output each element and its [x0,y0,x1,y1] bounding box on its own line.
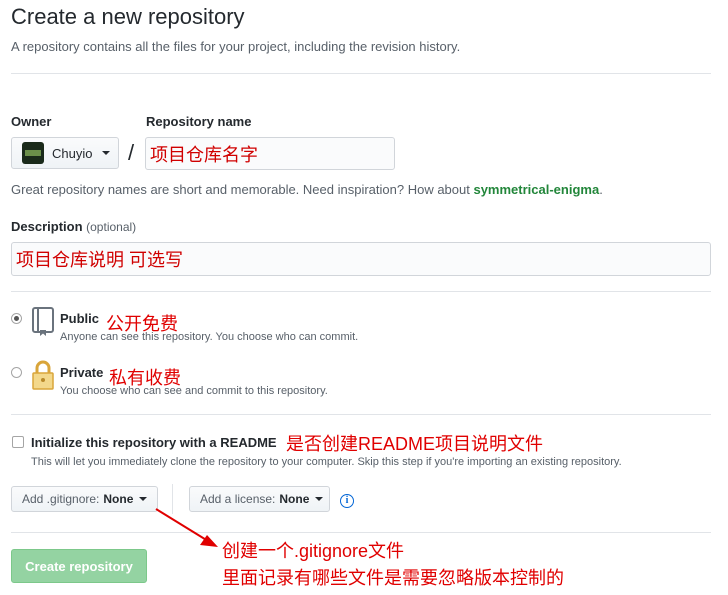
private-desc: You choose who can see and commit to thi… [60,385,328,397]
chevron-down-icon [315,497,324,501]
name-hint-text: Great repository names are short and mem… [11,182,474,197]
description-input[interactable] [11,242,711,276]
chevron-down-icon [102,151,111,155]
name-hint-suffix: . [599,182,603,197]
owner-label: Owner [11,114,52,129]
repo-name-input[interactable] [145,137,395,170]
gitignore-select[interactable]: Add .gitignore: None [11,486,158,512]
public-annotation: 公开免费 [106,314,178,334]
license-label: Add a license: [200,492,276,506]
divider [11,73,711,74]
gitignore-annotation-line2: 里面记录有哪些文件是需要忽略版本控制的 [222,568,564,588]
page-title: Create a new repository [11,4,245,29]
slash-separator: / [128,140,135,165]
license-value: None [279,492,310,506]
public-radio[interactable] [11,313,22,324]
readme-annotation: 是否创建README项目说明文件 [286,434,544,454]
optional-label: (optional) [86,220,137,234]
repo-book-icon [32,307,54,336]
gitignore-annotation-line1: 创建一个.gitignore文件 [222,541,405,561]
lock-icon [32,360,54,390]
public-desc: Anyone can see this repository. You choo… [60,331,359,343]
public-label: Public [60,311,100,326]
page-subtitle: A repository contains all the files for … [11,39,461,54]
gitignore-value: None [103,492,134,506]
chevron-down-icon [139,497,148,501]
name-hint: Great repository names are short and mem… [11,182,603,197]
name-suggestion-link[interactable]: symmetrical-enigma [473,182,599,197]
avatar [22,142,44,164]
readme-label: Initialize this repository with a README [31,435,277,450]
description-label-text: Description [11,219,83,234]
description-label: Description (optional) [11,219,136,234]
owner-select[interactable]: Chuyio [11,137,119,169]
divider [11,532,711,533]
readme-checkbox[interactable] [12,436,24,448]
info-icon[interactable]: i [340,494,354,508]
private-label: Private [60,365,104,380]
divider [11,291,711,292]
private-radio[interactable] [11,367,22,378]
annotation-arrow-icon [155,508,218,547]
private-annotation: 私有收费 [109,368,181,388]
repo-name-label: Repository name [146,114,252,129]
divider [11,414,711,415]
create-repository-button[interactable]: Create repository [11,549,147,583]
gitignore-label: Add .gitignore: [22,492,100,506]
readme-desc: This will let you immediately clone the … [31,456,622,468]
owner-name: Chuyio [52,145,93,161]
